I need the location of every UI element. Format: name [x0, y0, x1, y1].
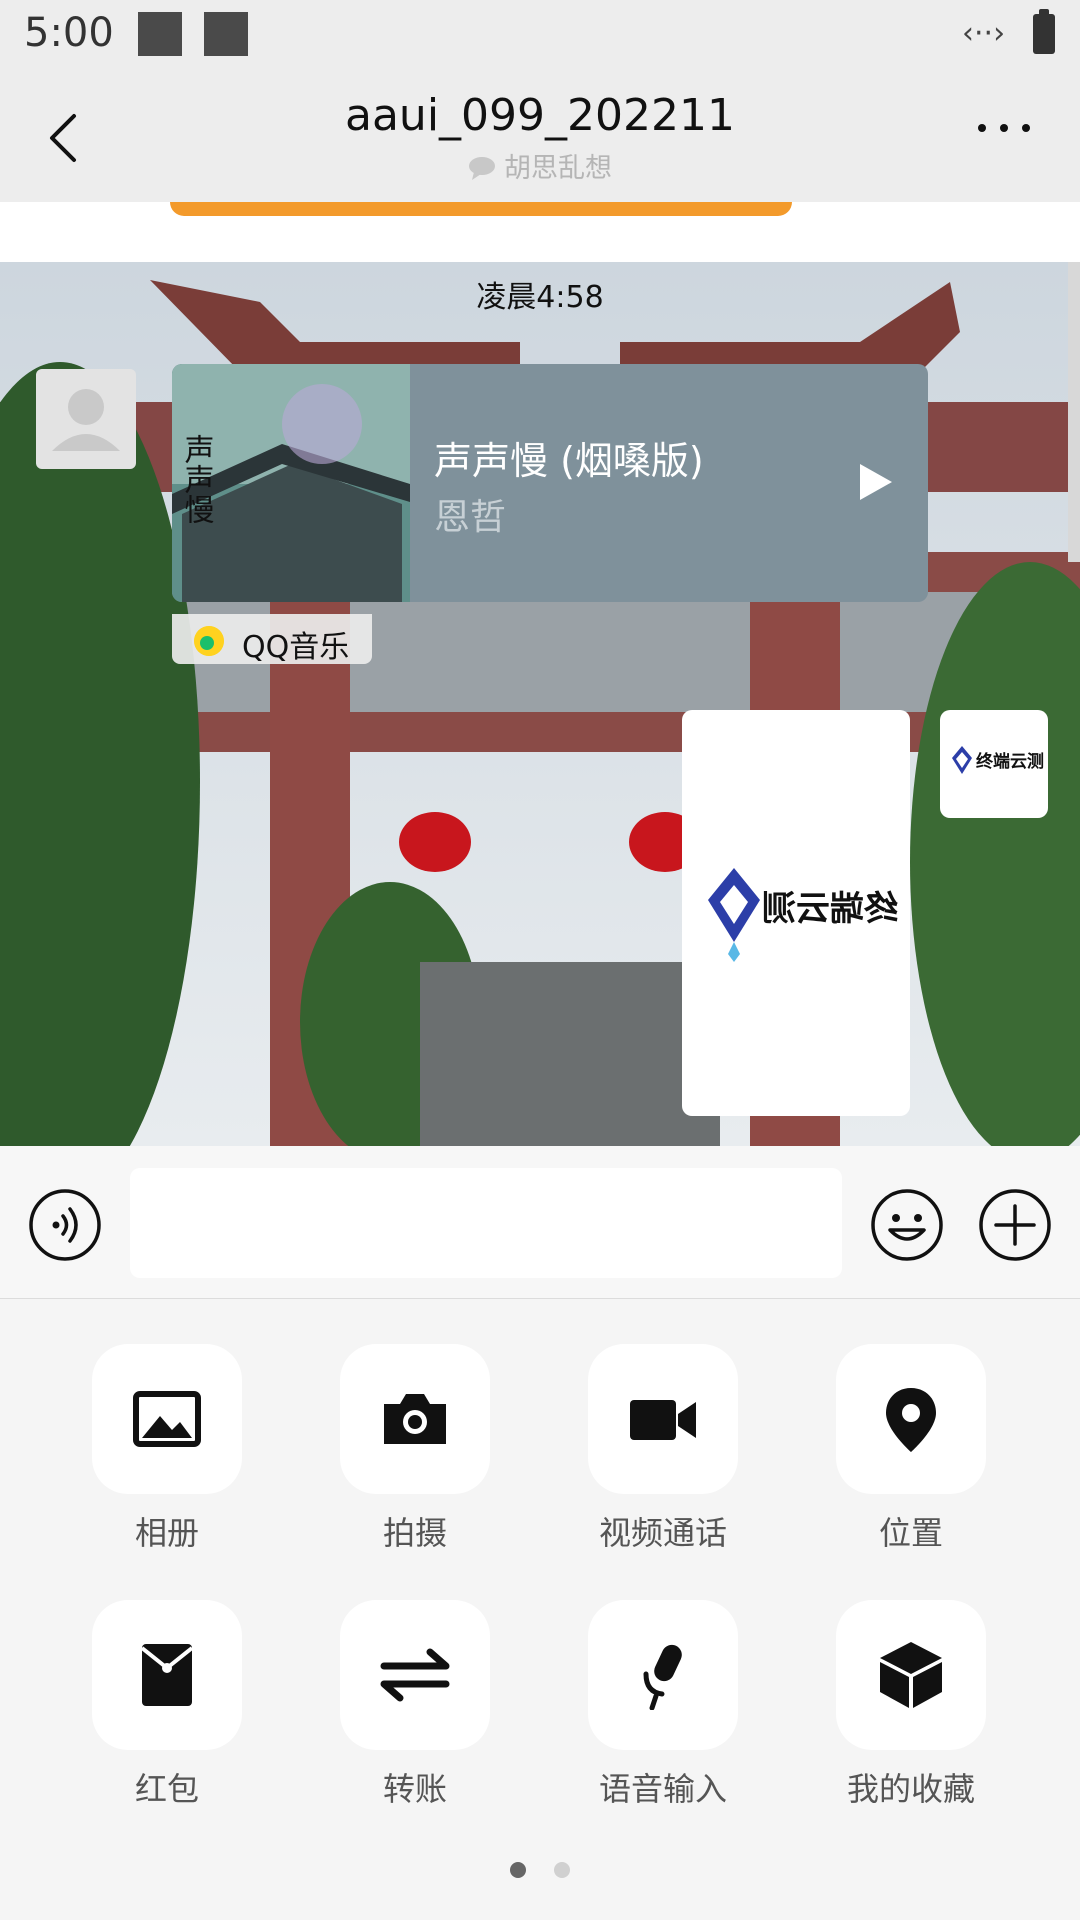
cover-title: 声声慢	[179, 434, 215, 524]
chat-bubble-icon	[469, 157, 495, 180]
camera-button[interactable]	[340, 1344, 490, 1494]
music-source-tag[interactable]: QQ音乐	[172, 614, 372, 665]
video-call-icon	[630, 1400, 696, 1440]
notification-icon	[138, 12, 182, 56]
input-bar	[0, 1146, 1080, 1299]
album-icon	[133, 1391, 201, 1447]
transfer-button[interactable]	[340, 1600, 490, 1750]
image-message[interactable]: 终端云测	[682, 710, 910, 1116]
music-card[interactable]: 声声慢 声声慢 (烟嗓版) 恩哲	[172, 364, 928, 602]
image-message[interactable]: 终端云测	[940, 710, 1048, 818]
notification-icon	[204, 12, 248, 56]
qq-music-icon	[194, 626, 224, 656]
subtitle-text: 胡思乱想	[504, 153, 612, 184]
location-button[interactable]	[836, 1344, 986, 1494]
red-packet-icon	[140, 1644, 194, 1706]
page-title: aaui_099_202211	[345, 90, 735, 141]
play-icon[interactable]	[852, 460, 896, 504]
more-options-icon[interactable]	[976, 118, 1032, 138]
album-button[interactable]	[92, 1344, 242, 1494]
red-packet-button[interactable]	[92, 1600, 242, 1750]
avatar[interactable]	[36, 369, 136, 469]
message-input[interactable]	[130, 1168, 842, 1278]
song-title: 声声慢 (烟嗓版)	[434, 439, 704, 483]
transfer-icon	[380, 1648, 450, 1702]
camera-label: 拍摄	[382, 1514, 447, 1552]
music-source-label: QQ音乐	[242, 630, 350, 665]
camera-icon	[384, 1394, 446, 1444]
logo-text: 终端云测	[976, 751, 1044, 772]
song-artist: 恩哲	[434, 497, 507, 538]
location-label: 位置	[878, 1514, 943, 1552]
logo-text-mirrored: 终端云测	[762, 889, 898, 929]
message-timestamp: 凌晨4:58	[476, 280, 604, 315]
app-logo-image: 终端云测	[952, 746, 1044, 774]
album-cover-image: 声声慢	[172, 364, 410, 602]
voice-input-icon[interactable]	[28, 1188, 102, 1262]
plus-icon[interactable]	[978, 1188, 1052, 1262]
page-indicator[interactable]	[554, 1862, 570, 1878]
header-subtitle: 胡思乱想	[0, 146, 1080, 185]
video-call-button[interactable]	[588, 1344, 738, 1494]
notice-banner[interactable]	[170, 202, 792, 216]
status-time: 5:00	[24, 10, 114, 56]
page-indicator-active[interactable]	[510, 1862, 526, 1878]
favorites-icon	[880, 1642, 942, 1708]
status-bar: 5:00 ‹··›	[0, 0, 1080, 78]
data-signal-icon: ‹··›	[962, 16, 1006, 51]
album-label: 相册	[134, 1514, 199, 1552]
voice-input-button[interactable]	[588, 1600, 738, 1750]
location-icon	[886, 1388, 936, 1452]
red-packet-label: 红包	[134, 1770, 199, 1808]
video-call-label: 视频通话	[598, 1514, 727, 1552]
microphone-icon	[643, 1644, 682, 1710]
transfer-label: 转账	[382, 1770, 447, 1808]
battery-icon	[1033, 9, 1055, 54]
default-avatar-icon	[52, 389, 120, 451]
favorites-button[interactable]	[836, 1600, 986, 1750]
app-logo-image: 终端云测	[708, 868, 898, 962]
voice-input-label: 语音输入	[598, 1770, 727, 1808]
emoji-icon[interactable]	[870, 1188, 944, 1262]
chat-area[interactable]: 凌晨4:58 声声慢 声声慢 (烟嗓版) 恩哲 QQ音乐 终端云测 终端云测	[0, 202, 1080, 1146]
favorites-label: 我的收藏	[846, 1770, 975, 1808]
chat-header: aaui_099_202211 胡思乱想	[0, 78, 1080, 202]
